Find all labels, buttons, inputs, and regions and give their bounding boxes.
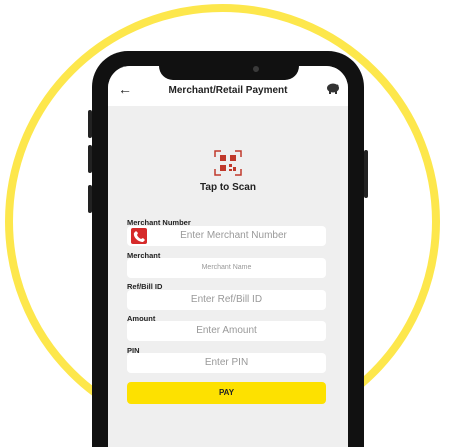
merchant-number-placeholder: Enter Merchant Number <box>180 230 287 241</box>
amount-input[interactable]: Enter Amount <box>127 321 326 341</box>
tap-to-scan-button[interactable]: Tap to Scan <box>108 150 348 193</box>
phone-side-button <box>88 185 92 213</box>
merchant-number-input[interactable]: Enter Merchant Number <box>127 226 326 246</box>
amount-placeholder: Enter Amount <box>196 325 257 336</box>
phone-notch <box>159 60 299 80</box>
pin-input[interactable]: Enter PIN <box>127 353 326 373</box>
pay-button[interactable]: PAY <box>127 382 326 404</box>
tap-to-scan-label: Tap to Scan <box>200 182 256 193</box>
phone-power-button <box>364 150 368 198</box>
pin-placeholder: Enter PIN <box>204 357 249 368</box>
camera-icon <box>253 66 259 72</box>
page-title: Merchant/Retail Payment <box>168 85 288 96</box>
merchant-name-input[interactable]: Merchant Name <box>127 258 326 278</box>
qr-code-icon <box>214 150 242 176</box>
ref-bill-id-input[interactable]: Enter Ref/Bill ID <box>127 290 326 310</box>
merchant-name-placeholder: Merchant Name <box>201 264 252 271</box>
piggy-bank-icon[interactable] <box>326 82 340 94</box>
phone-side-button <box>88 145 92 173</box>
phone-screen: ← Merchant/Retail Payment Tap to Scan Me… <box>108 66 348 447</box>
ref-bill-id-placeholder: Enter Ref/Bill ID <box>190 294 263 305</box>
phone-side-button <box>88 110 92 138</box>
